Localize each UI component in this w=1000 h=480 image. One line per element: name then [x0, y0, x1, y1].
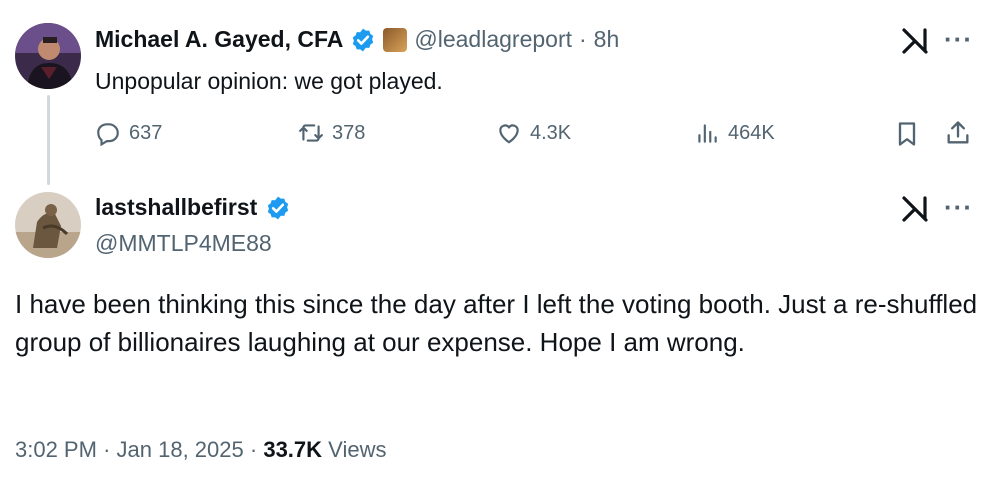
- author-name[interactable]: lastshallbefirst: [95, 194, 257, 221]
- grok-icon[interactable]: [898, 192, 932, 226]
- views-count: 33.7K: [263, 437, 323, 462]
- author-handle[interactable]: @leadlagreport: [414, 26, 572, 53]
- reply-count: 637: [129, 121, 163, 144]
- retweet-button[interactable]: 378: [298, 120, 365, 146]
- retweet-count: 378: [332, 121, 366, 144]
- retweet-icon: [299, 124, 323, 142]
- share-icon[interactable]: [944, 119, 972, 147]
- reply-icon: [97, 123, 119, 146]
- tweet2-text: I have been thinking this since the day …: [15, 289, 978, 357]
- views-label: Views: [328, 437, 387, 462]
- affiliate-badge-icon: [383, 27, 408, 52]
- tweet2-meta: 3:02 PM · Jan 18, 2025 · 33.7K Views: [15, 437, 386, 463]
- separator-dot: ·: [103, 437, 111, 462]
- author-handle[interactable]: @MMTLP4ME88: [95, 230, 272, 257]
- tweet-date[interactable]: Jan 18, 2025: [117, 437, 244, 462]
- tweet1-text: Unpopular opinion: we got played.: [95, 68, 443, 94]
- reply-button[interactable]: 637: [95, 120, 162, 146]
- more-icon[interactable]: ···: [944, 192, 973, 223]
- like-button[interactable]: 4.3K: [496, 120, 571, 146]
- like-icon: [499, 124, 519, 144]
- separator-dot: ·: [249, 437, 258, 462]
- avatar-michael[interactable]: [15, 23, 81, 89]
- avatar-lastshallbefirst[interactable]: [15, 192, 81, 258]
- views-icon: [698, 124, 717, 143]
- tweet-time[interactable]: 8h: [594, 26, 620, 53]
- views-count: 464K: [728, 121, 775, 144]
- like-count: 4.3K: [530, 121, 572, 144]
- separator-dot: ·: [579, 26, 587, 52]
- views-button[interactable]: 464K: [694, 120, 775, 146]
- verified-badge-icon: [268, 196, 289, 219]
- author-name[interactable]: Michael A. Gayed, CFA: [95, 26, 343, 53]
- verified-badge-icon: [353, 28, 374, 51]
- more-icon[interactable]: ···: [944, 24, 973, 55]
- thread-line: [47, 95, 50, 185]
- bookmark-icon[interactable]: [893, 120, 921, 148]
- tweet1-header: Michael A. Gayed, CFA @leadlagreport · 8…: [95, 26, 619, 53]
- grok-icon[interactable]: [898, 24, 932, 58]
- tweet2-header: lastshallbefirst: [95, 194, 291, 221]
- tweet-time[interactable]: 3:02 PM: [15, 437, 97, 462]
